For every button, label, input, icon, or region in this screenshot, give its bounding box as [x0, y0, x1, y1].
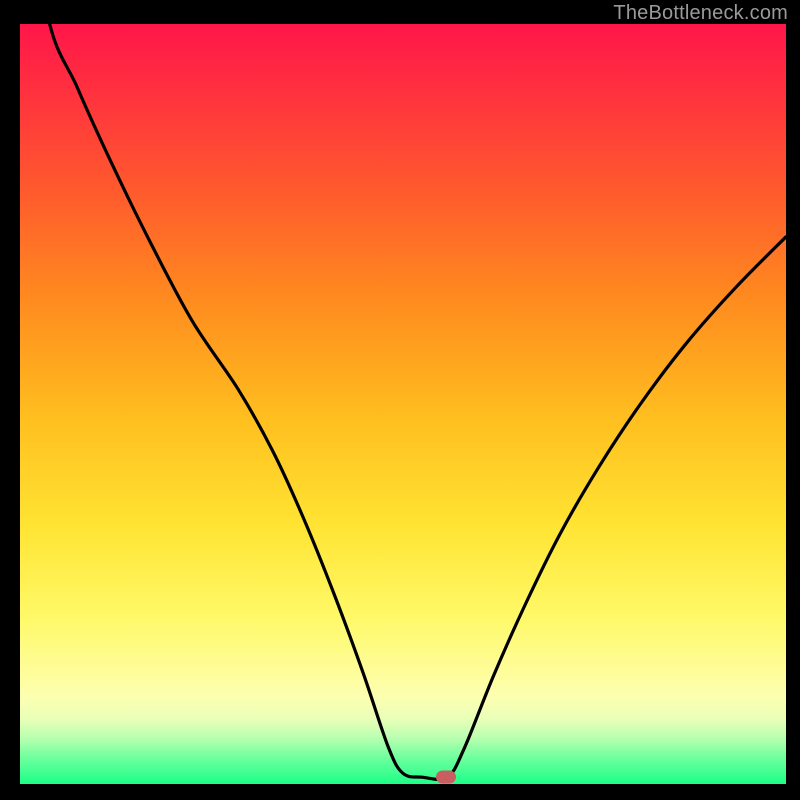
chart-frame: TheBottleneck.com: [0, 0, 800, 800]
bottleneck-curve: [20, 24, 786, 784]
curve-path: [20, 24, 786, 779]
watermark-text: TheBottleneck.com: [613, 2, 788, 25]
plot-area: [20, 24, 786, 784]
min-marker: [436, 771, 456, 784]
